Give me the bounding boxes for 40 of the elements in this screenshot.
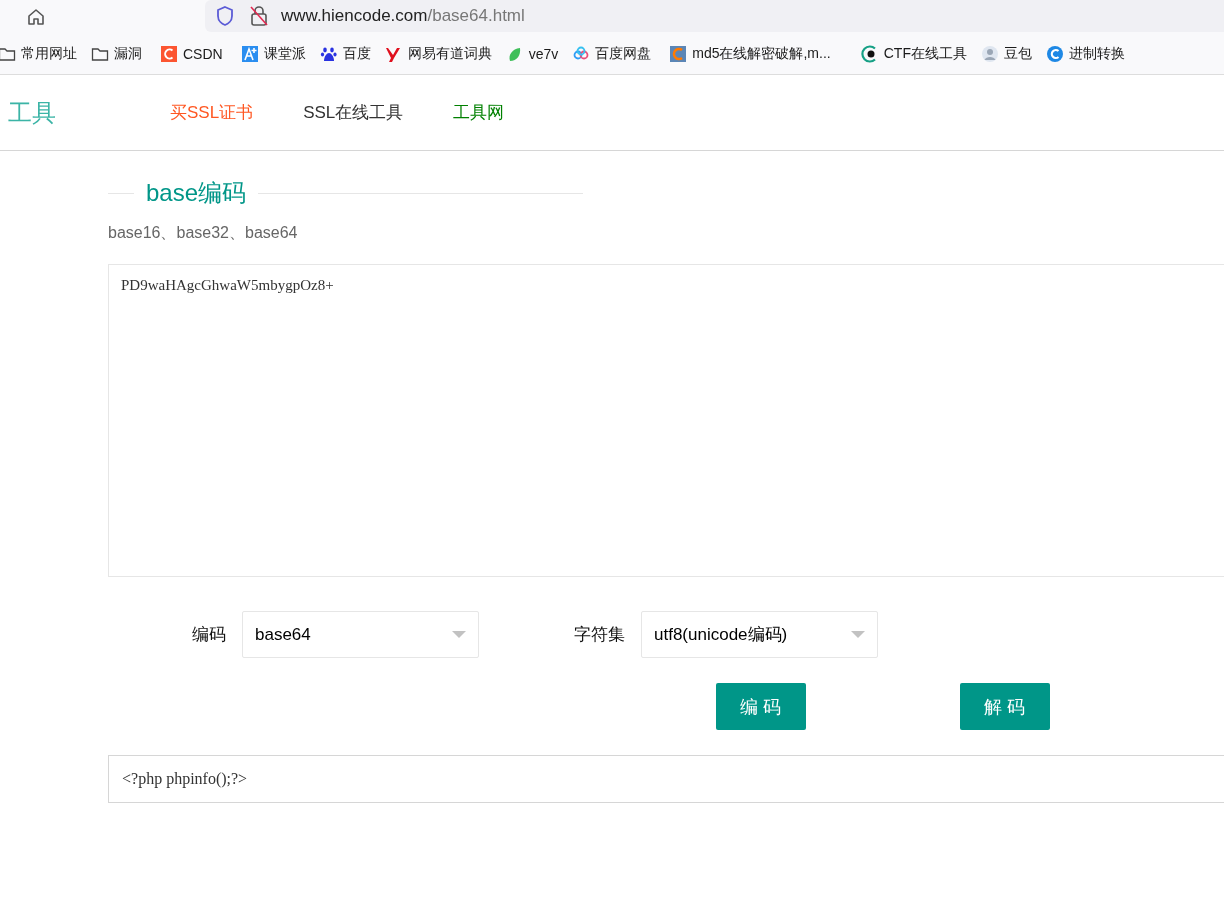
bookmark-item[interactable]: 网易有道词典 (384, 45, 492, 63)
site-icon (669, 45, 688, 63)
decode-button[interactable]: 解 码 (960, 683, 1050, 730)
insecure-lock-icon[interactable] (249, 5, 269, 27)
dropdown[interactable]: base64 (242, 611, 479, 658)
bookmark-item[interactable]: md5在线解密破解,m... (669, 45, 831, 63)
address-bar[interactable]: www.hiencode.com/base64.html (205, 0, 1224, 32)
bookmark-item[interactable]: CTF在线工具 (860, 45, 967, 63)
avatar-icon (980, 45, 999, 63)
bookmark-item[interactable]: 进制转换 (1045, 45, 1125, 63)
bookmark-item[interactable]: 豆包 (980, 45, 1032, 63)
output-field[interactable]: <?php phpinfo();?> (108, 755, 1224, 803)
select-label: 编码 (192, 624, 226, 646)
bookmark-item[interactable]: 常用网址 (0, 45, 77, 63)
encode-button[interactable]: 编 码 (716, 683, 806, 730)
caret-icon (452, 630, 466, 639)
site-icon (1045, 45, 1064, 63)
input-textarea[interactable]: PD9waHAgcGhwaW5mbygpOz8+ (108, 264, 1224, 577)
home-icon[interactable] (26, 7, 46, 27)
dropdown[interactable]: utf8(unicode编码) (641, 611, 878, 658)
shield-icon[interactable] (215, 5, 235, 27)
select-label: 字符集 (574, 624, 625, 646)
bookmark-item[interactable]: ve7v (505, 45, 559, 63)
site-icon (240, 45, 259, 63)
bookmark-item[interactable]: 百度 (319, 45, 371, 63)
site-icon (384, 45, 403, 63)
url-text: www.hiencode.com/base64.html (281, 6, 525, 26)
folder-icon (91, 45, 109, 63)
bookmark-item[interactable]: 课堂派 (240, 45, 306, 63)
nav-link[interactable]: 工具网 (453, 101, 505, 124)
bookmark-item[interactable]: 漏洞 (91, 45, 142, 63)
site-icon (319, 45, 338, 63)
site-icon (160, 45, 178, 63)
section-title: base编码 (145, 178, 248, 208)
nav-link[interactable]: SSL在线工具 (303, 101, 404, 124)
caret-icon (851, 630, 865, 639)
folder-icon (0, 45, 16, 63)
bookmark-item[interactable]: CSDN (160, 45, 223, 63)
section-subtitle: base16、base32、base64 (108, 223, 299, 243)
bookmark-item[interactable]: 百度网盘 (572, 45, 652, 63)
